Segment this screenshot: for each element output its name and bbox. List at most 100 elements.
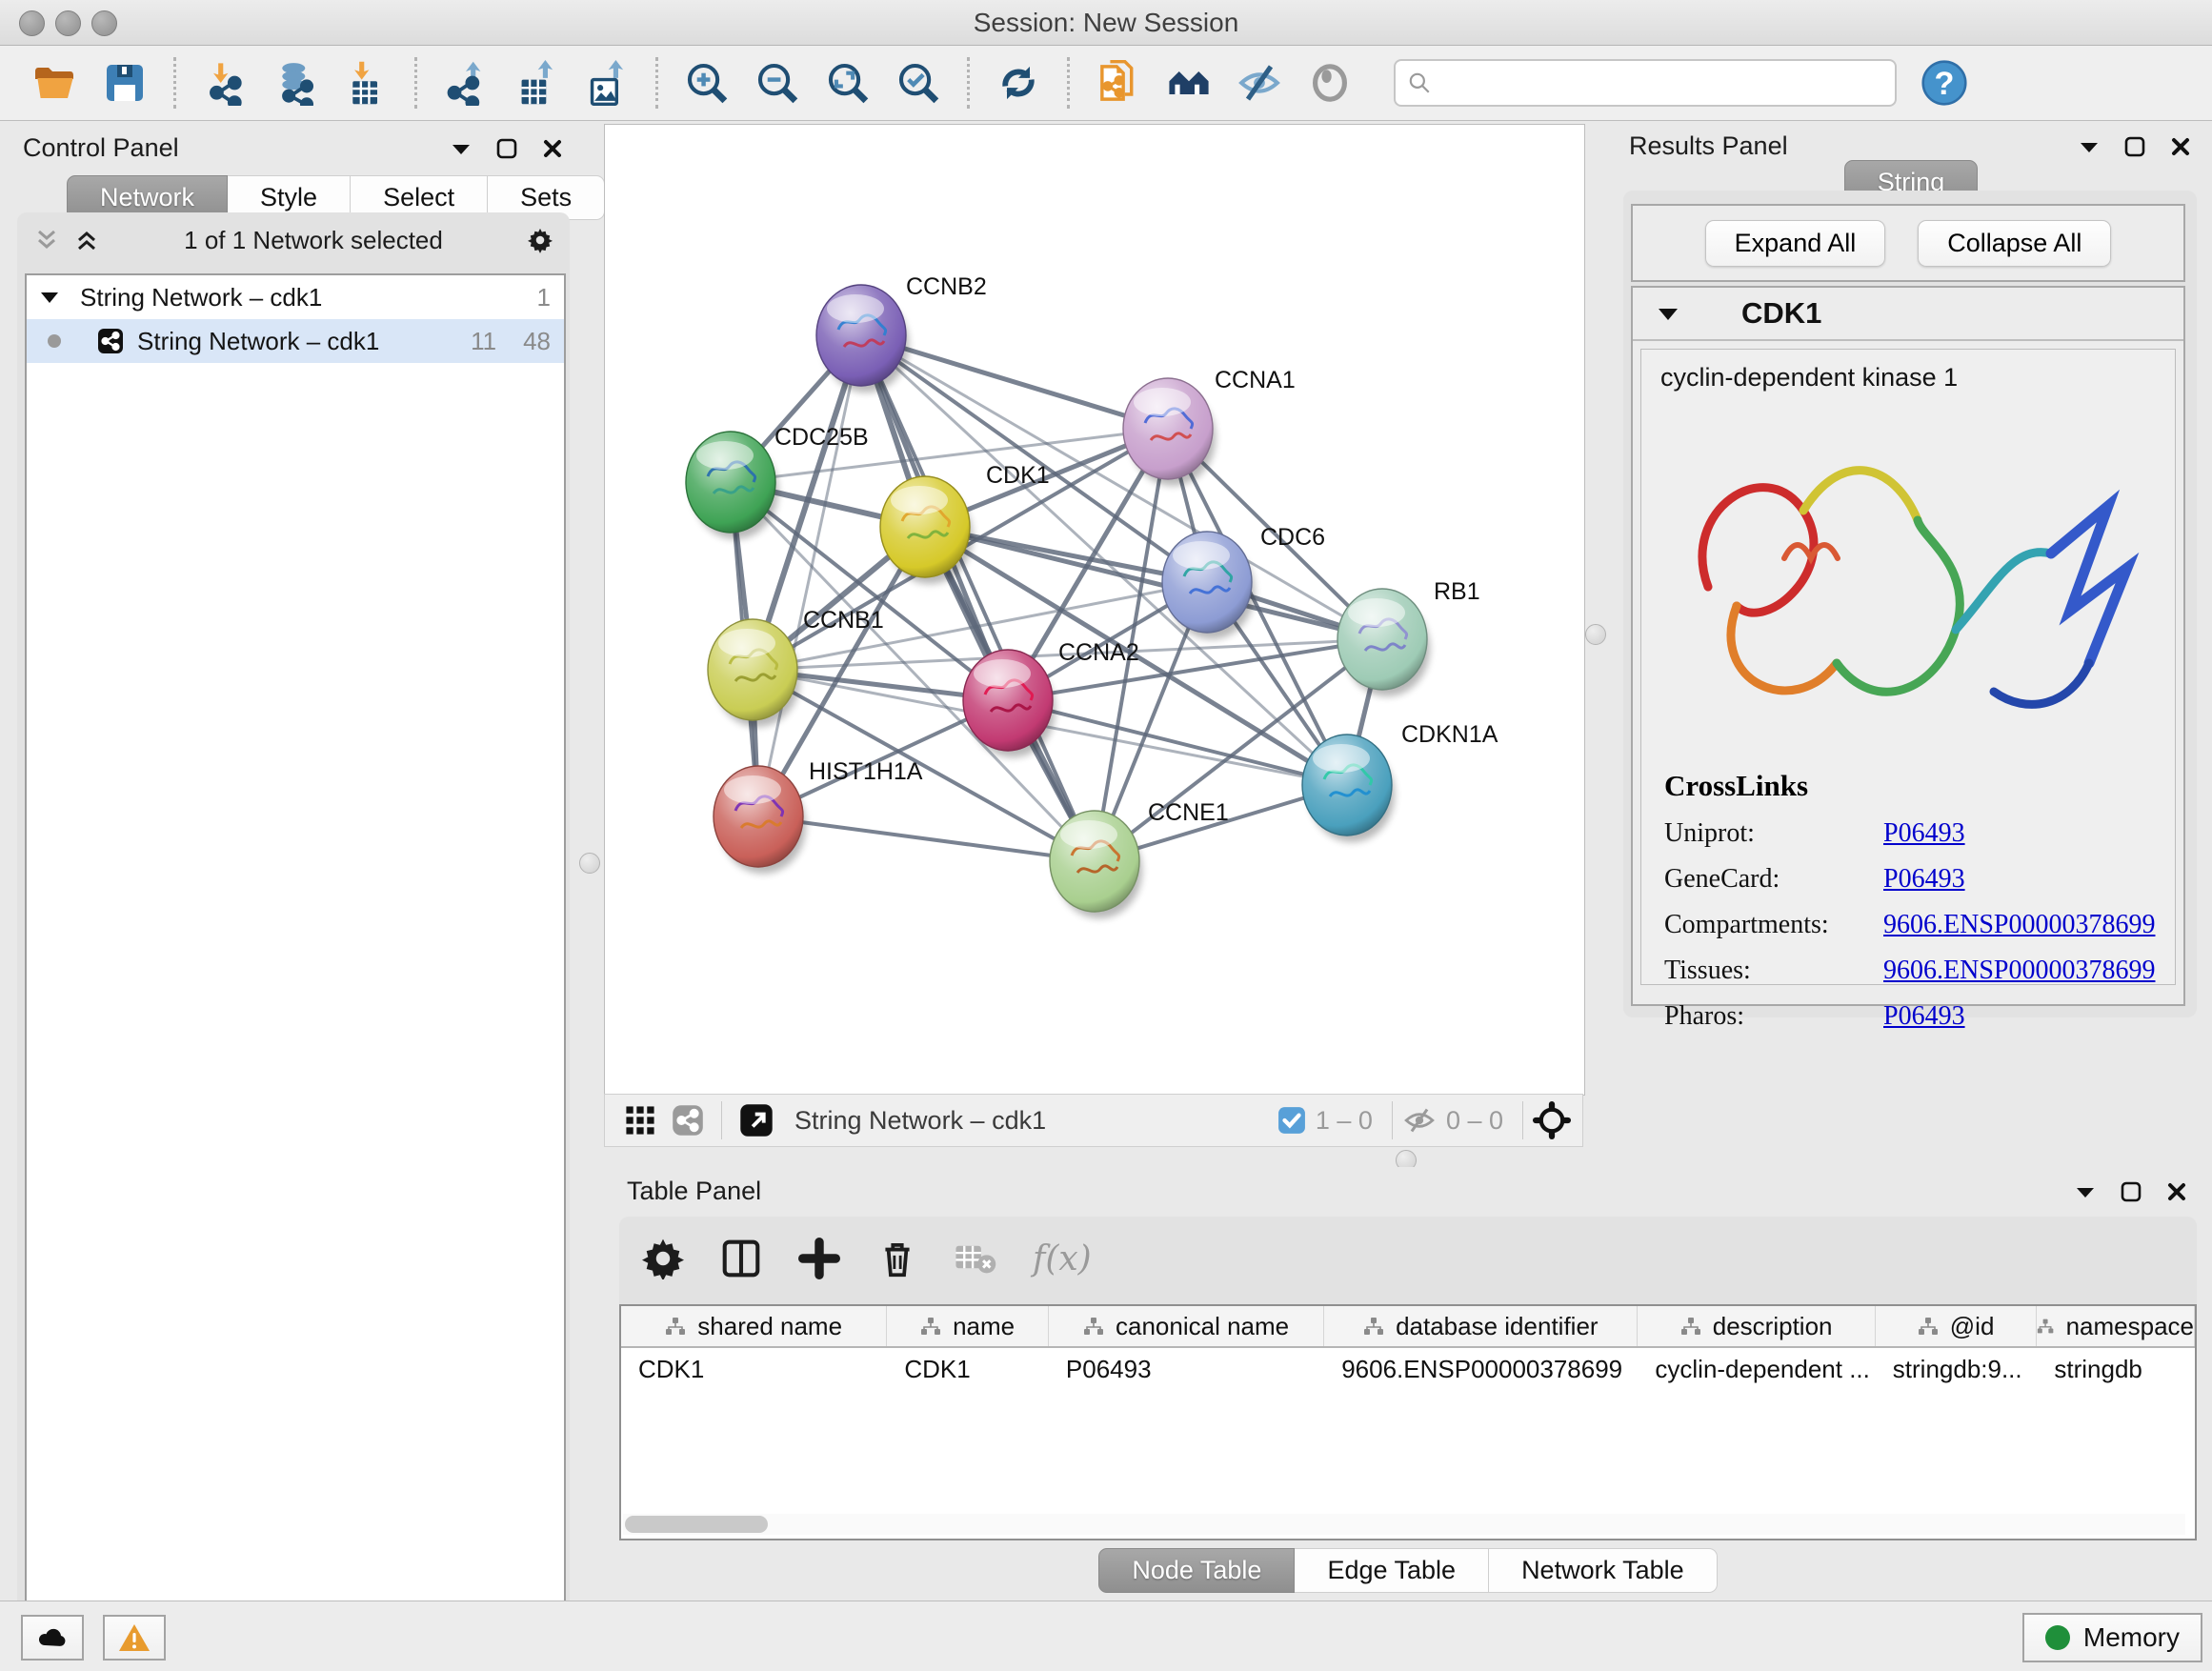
table-settings-gear-icon[interactable] <box>642 1238 684 1279</box>
zoom-out-icon[interactable] <box>751 56 804 110</box>
grid-view-icon[interactable] <box>624 1104 656 1137</box>
tab-node-table[interactable]: Node Table <box>1098 1548 1295 1593</box>
show-eye-icon[interactable] <box>1303 56 1357 110</box>
node-CDK1[interactable] <box>880 476 973 584</box>
import-network-database-icon[interactable] <box>269 56 322 110</box>
node-CCNB1[interactable] <box>708 619 800 727</box>
edge-HIST1H1A-CCNE1[interactable] <box>758 816 1095 861</box>
string-document-icon[interactable] <box>1092 56 1145 110</box>
import-table-icon[interactable] <box>339 56 392 110</box>
selected-checkbox-icon[interactable] <box>1277 1106 1306 1135</box>
home-networks-icon[interactable] <box>1162 56 1216 110</box>
hidden-eye-icon[interactable] <box>1402 1106 1437 1135</box>
help-icon[interactable]: ? <box>1918 56 1971 110</box>
float-panel-icon[interactable] <box>494 136 519 161</box>
export-image-icon[interactable] <box>580 56 633 110</box>
node-CDC25B[interactable] <box>686 432 778 539</box>
table-cell[interactable]: stringdb <box>2037 1348 2195 1390</box>
cloud-button[interactable] <box>21 1615 84 1661</box>
export-network-icon[interactable] <box>439 56 493 110</box>
crosslink-link[interactable]: P06493 <box>1883 1001 1965 1032</box>
column-header-id[interactable]: @id <box>1876 1306 2038 1346</box>
show-columns-icon[interactable] <box>720 1238 762 1279</box>
column-header-shared-name[interactable]: shared name <box>621 1306 887 1346</box>
save-session-icon[interactable] <box>98 56 151 110</box>
open-session-icon[interactable] <box>28 56 81 110</box>
expand-all-icon[interactable] <box>74 228 99 252</box>
node-CDC6[interactable] <box>1162 532 1255 639</box>
node-CCNA1[interactable] <box>1123 378 1216 486</box>
close-panel-icon[interactable] <box>2168 134 2193 159</box>
birds-eye-icon[interactable] <box>1533 1101 1571 1139</box>
edge-CCNB2-HIST1H1A[interactable] <box>758 335 861 816</box>
node-CCNB2[interactable] <box>816 285 909 393</box>
node-label-CCNB2: CCNB2 <box>906 273 987 300</box>
string-network-graph[interactable]: CCNB2CCNA1CDC25BCDK1CDC6RB1CCNB1CCNA2CDK… <box>605 125 1584 1095</box>
crosslink-link[interactable]: 9606.ENSP00000378699 <box>1883 910 2155 940</box>
close-panel-icon[interactable] <box>2164 1179 2189 1204</box>
table-cell[interactable]: CDK1 <box>621 1348 887 1390</box>
delete-table-icon[interactable] <box>955 1238 996 1279</box>
node-CCNE1[interactable] <box>1050 811 1142 918</box>
panel-menu-icon[interactable] <box>2077 134 2101 159</box>
node-HIST1H1A[interactable] <box>714 766 806 874</box>
float-panel-icon[interactable] <box>2119 1179 2143 1204</box>
crosslink-label: Uniprot: <box>1664 818 1883 849</box>
node-RB1[interactable] <box>1337 589 1430 696</box>
gene-header[interactable]: CDK1 <box>1633 288 2183 341</box>
memory-button[interactable]: Memory <box>2022 1613 2202 1662</box>
delete-column-icon[interactable] <box>876 1238 918 1279</box>
zoom-selected-icon[interactable] <box>892 56 945 110</box>
column-header-canonical-name[interactable]: canonical name <box>1049 1306 1324 1346</box>
close-panel-icon[interactable] <box>540 136 565 161</box>
warnings-button[interactable] <box>103 1615 166 1661</box>
panel-menu-icon[interactable] <box>2073 1179 2098 1204</box>
column-header-description[interactable]: description <box>1638 1306 1875 1346</box>
table-cell[interactable]: 9606.ENSP00000378699 <box>1324 1348 1638 1390</box>
table-hscrollbar[interactable] <box>623 1514 2185 1535</box>
table-cell[interactable]: CDK1 <box>887 1348 1049 1390</box>
crosslink-link[interactable]: P06493 <box>1883 818 1965 849</box>
hide-eye-icon[interactable] <box>1233 56 1286 110</box>
table-row[interactable]: CDK1CDK1P064939606.ENSP00000378699cyclin… <box>621 1348 2195 1390</box>
string-view-icon[interactable] <box>672 1104 704 1137</box>
expand-all-button[interactable]: Expand All <box>1705 220 1886 267</box>
collapse-all-icon[interactable] <box>34 228 59 252</box>
gene-details: cyclin-dependent kinase 1 <box>1640 349 2176 985</box>
function-builder-icon[interactable]: f(x) <box>1033 1239 1092 1278</box>
column-header-database-identifier[interactable]: database identifier <box>1324 1306 1638 1346</box>
collapse-triangle-icon[interactable] <box>40 291 59 304</box>
add-column-icon[interactable] <box>798 1238 840 1279</box>
zoom-in-icon[interactable] <box>680 56 734 110</box>
network-collection-row[interactable]: String Network – cdk1 1 <box>27 275 564 319</box>
refresh-icon[interactable] <box>992 56 1045 110</box>
table-cell[interactable]: stringdb:9... <box>1876 1348 2038 1390</box>
left-splitter-handle[interactable] <box>579 853 600 874</box>
column-header-namespace[interactable]: namespace <box>2037 1306 2195 1346</box>
open-in-window-icon[interactable] <box>739 1103 774 1137</box>
table-cell[interactable]: P06493 <box>1049 1348 1324 1390</box>
hscrollbar-thumb[interactable] <box>625 1516 768 1533</box>
tab-network-table[interactable]: Network Table <box>1489 1548 1718 1593</box>
panel-menu-icon[interactable] <box>449 136 473 161</box>
column-header-name[interactable]: name <box>887 1306 1049 1346</box>
node-CCNA2[interactable] <box>963 650 1056 757</box>
right-splitter-handle[interactable] <box>1585 624 1606 645</box>
collapse-triangle-icon[interactable] <box>1658 307 1679 321</box>
export-table-icon[interactable] <box>510 56 563 110</box>
tab-edge-table[interactable]: Edge Table <box>1295 1548 1489 1593</box>
node-table[interactable]: shared namenamecanonical namedatabase id… <box>619 1304 2197 1540</box>
search-field[interactable] <box>1394 59 1897 107</box>
network-row[interactable]: String Network – cdk1 11 48 <box>27 319 564 363</box>
collapse-all-button[interactable]: Collapse All <box>1918 220 2111 267</box>
float-panel-icon[interactable] <box>2122 134 2147 159</box>
network-view-canvas[interactable]: CCNB2CCNA1CDC25BCDK1CDC6RB1CCNB1CCNA2CDK… <box>604 124 1585 1096</box>
search-input[interactable] <box>1432 68 1883 99</box>
crosslink-link[interactable]: 9606.ENSP00000378699 <box>1883 956 2155 986</box>
gear-icon[interactable] <box>528 228 553 252</box>
crosslink-link[interactable]: P06493 <box>1883 864 1965 895</box>
node-CDKN1A[interactable] <box>1302 735 1395 842</box>
import-network-file-icon[interactable] <box>198 56 251 110</box>
zoom-fit-icon[interactable] <box>821 56 875 110</box>
table-cell[interactable]: cyclin-dependent ... <box>1638 1348 1875 1390</box>
